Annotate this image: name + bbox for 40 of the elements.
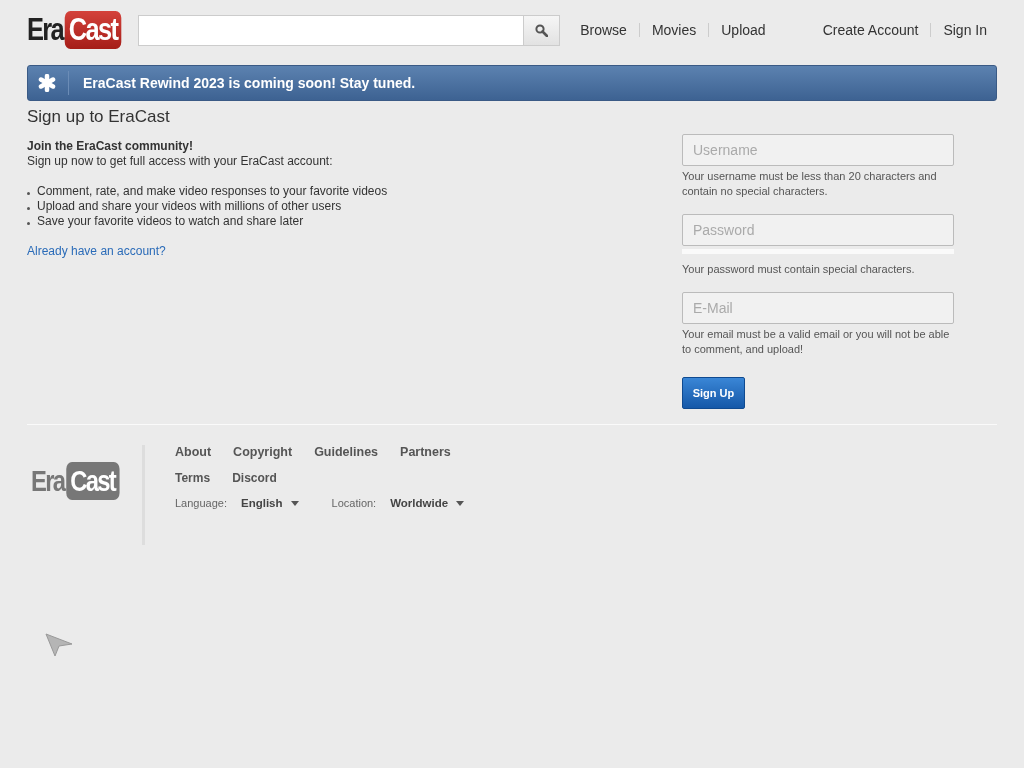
nav-link[interactable]: Movies (639, 22, 709, 38)
footer-link[interactable]: About (175, 445, 212, 459)
field-hint: Your username must be less than 20 characters and contain no special characters. (682, 169, 938, 199)
dropdown[interactable]: English (241, 497, 299, 509)
field-hint: Your email must be a valid email or you will not be able to comment, and upload! (682, 327, 951, 357)
field-hint: Your password must contain special characters. (682, 262, 916, 277)
search-button[interactable] (524, 14, 561, 46)
footer-link[interactable]: Partners (400, 445, 451, 459)
caret-icon (290, 500, 299, 506)
input-field[interactable]: Username (682, 134, 954, 166)
login-link[interactable]: Already have an account? (27, 244, 166, 258)
intro-text: Sign up now to get full access with your EraCast account: (27, 154, 333, 168)
asterisk-icon (38, 74, 56, 92)
bullet-icon (27, 207, 30, 210)
nav-link[interactable]: Sign In (931, 22, 997, 38)
input-field[interactable]: E-Mail (682, 292, 954, 324)
benefit-item: Comment, rate, and make video responses to your favorite videos (37, 184, 388, 199)
setting-label: Location: (331, 497, 377, 509)
footer-link[interactable]: Terms (175, 471, 211, 485)
pointer-icon (45, 633, 73, 657)
benefit-item: Save your favorite videos to watch and share later (37, 214, 304, 229)
footer-link[interactable]: Guidelines (314, 445, 379, 459)
footer-link[interactable]: Copyright (233, 445, 293, 459)
nav-link[interactable]: Browse (568, 22, 639, 38)
sign-up-button[interactable]: Sign Up (682, 377, 745, 409)
intro-heading: Join the EraCast community! (27, 139, 195, 154)
caret-icon (456, 500, 465, 506)
bullet-icon (27, 222, 30, 225)
password-field[interactable]: Password (682, 214, 954, 246)
bullet-icon (27, 192, 30, 195)
notice-text: EraCast Rewind 2023 is coming soon! Stay tuned. (83, 75, 416, 91)
setting-label: Language: (175, 497, 227, 509)
footer-link[interactable]: Discord (232, 471, 277, 485)
search-icon (535, 23, 549, 37)
search-field[interactable] (138, 14, 525, 46)
page-title: Sign up to EraCast (27, 107, 171, 127)
nav-link[interactable]: Create Account (810, 22, 931, 38)
dropdown[interactable]: Worldwide (390, 497, 465, 509)
benefit-item: Upload and share your videos with millions of other users (37, 199, 342, 214)
nav-link[interactable]: Upload (709, 22, 778, 38)
